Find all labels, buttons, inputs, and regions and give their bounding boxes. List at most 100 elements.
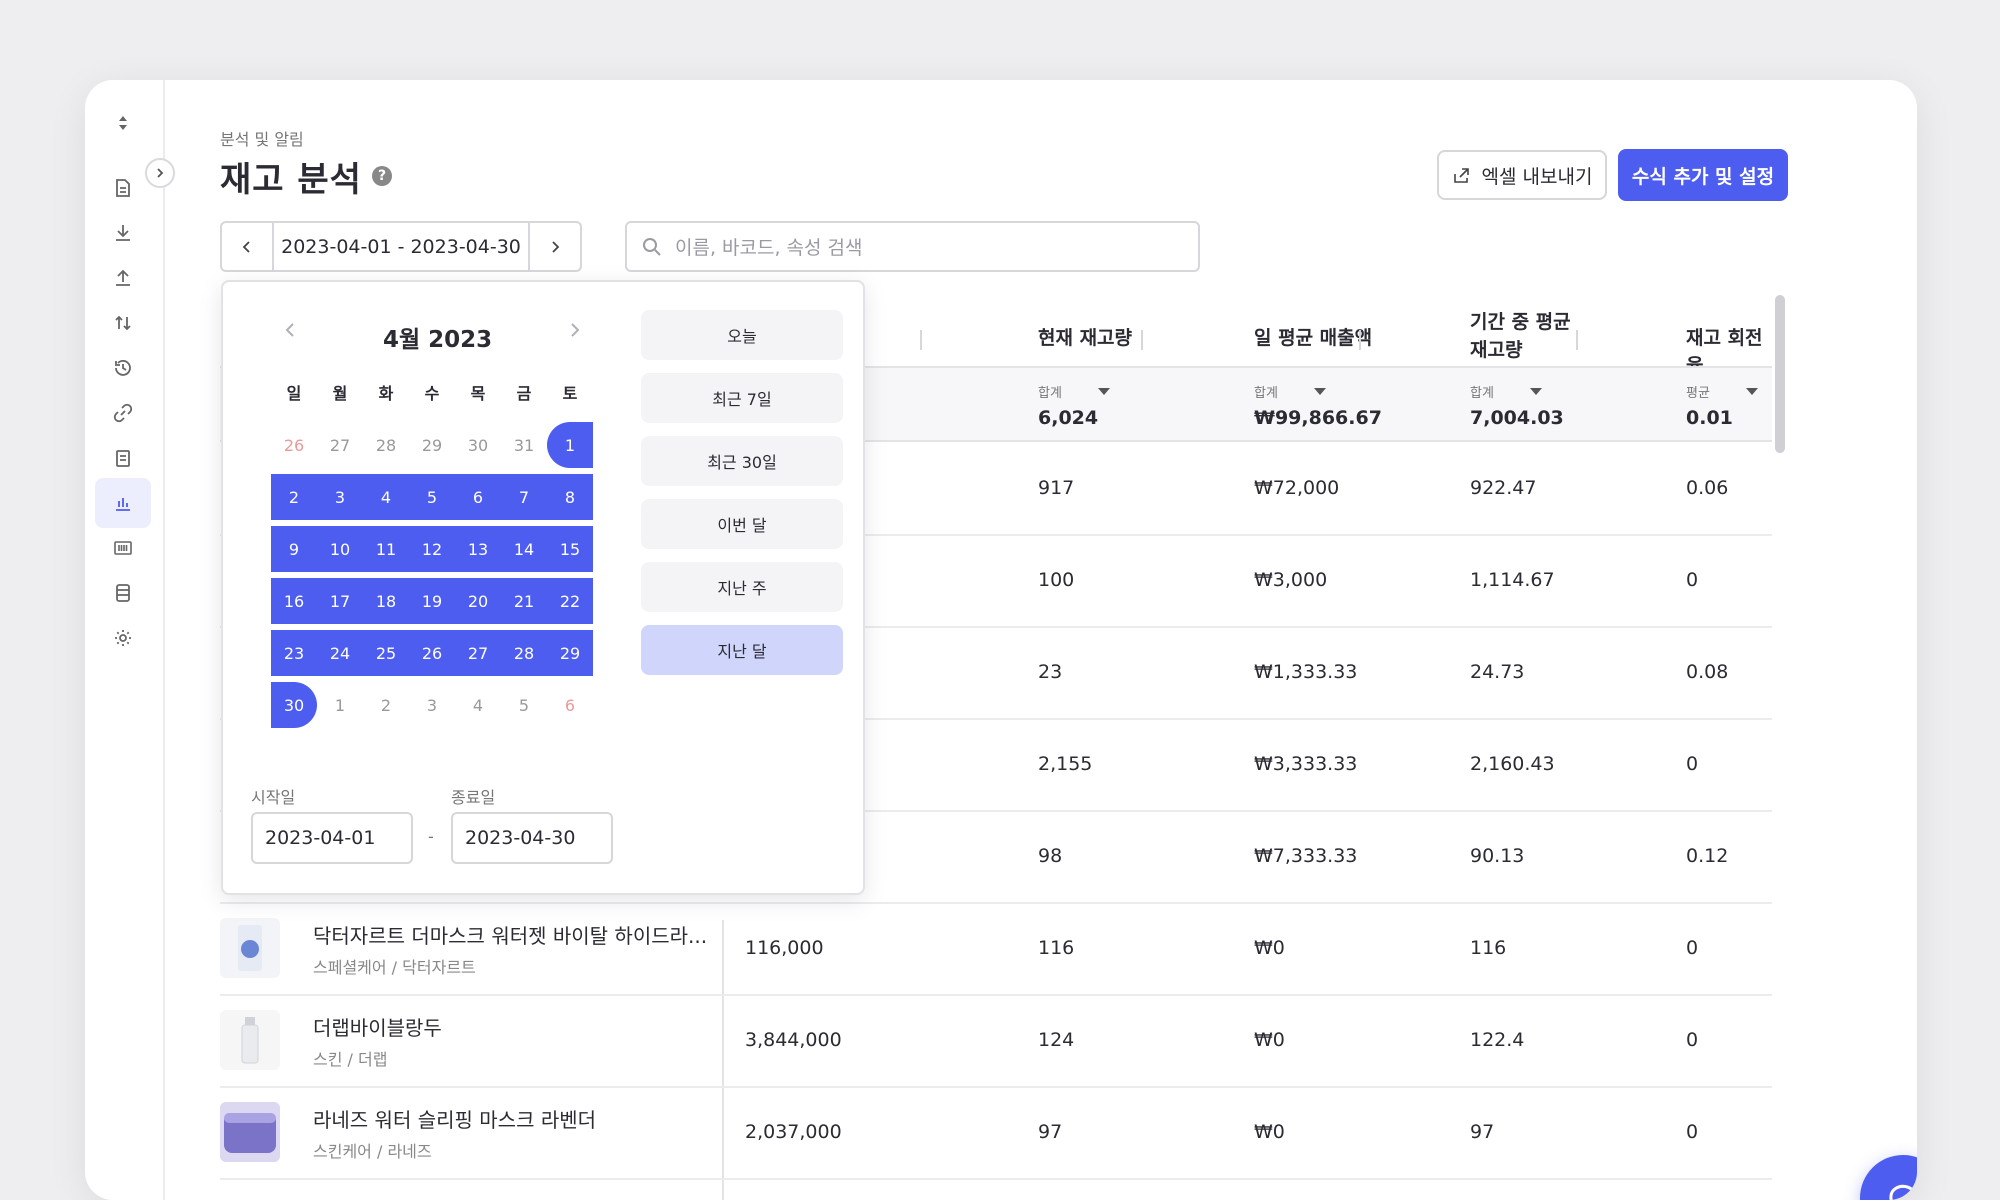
aggregate-dropdown-icon[interactable] <box>1745 388 1758 395</box>
chat-button[interactable] <box>1860 1155 1917 1200</box>
calendar-day[interactable]: 27 <box>317 422 363 468</box>
table-row[interactable]: 라네즈 워터 슬리핑 마스크 라벤더 스킨케어 / 라네즈 2,037,000 97 ₩… <box>220 1086 1772 1180</box>
cell-stock: 917 <box>1038 477 1075 499</box>
calendar-day[interactable]: 29 <box>547 630 593 676</box>
sort-icon[interactable] <box>95 98 151 148</box>
preset-option[interactable]: 최근 7일 <box>641 373 843 423</box>
date-range-display[interactable]: 2023-04-01 - 2023-04-30 <box>272 223 530 270</box>
sidebar-toggle-button[interactable] <box>145 158 175 188</box>
calendar-day[interactable]: 20 <box>455 578 501 624</box>
calendar-day[interactable]: 2 <box>271 474 317 520</box>
calendar-day[interactable]: 13 <box>455 526 501 572</box>
calendar-day[interactable]: 17 <box>317 578 363 624</box>
next-month-button[interactable] <box>568 320 582 345</box>
settings-icon[interactable] <box>95 613 151 663</box>
calendar-day[interactable]: 31 <box>501 422 547 468</box>
upload-icon[interactable] <box>95 253 151 303</box>
calendar-day[interactable]: 29 <box>409 422 455 468</box>
cell-avg-sales: ₩3,333.33 <box>1254 753 1358 775</box>
calendar-day[interactable]: 3 <box>317 474 363 520</box>
help-icon[interactable]: ? <box>372 166 392 186</box>
calendar-day[interactable]: 19 <box>409 578 455 624</box>
calendar-day[interactable]: 7 <box>501 474 547 520</box>
calendar-day[interactable]: 25 <box>363 630 409 676</box>
aggregate-dropdown-icon[interactable] <box>1529 388 1542 395</box>
calendar-day[interactable]: 21 <box>501 578 547 624</box>
add-formula-button[interactable]: 수식 추가 및 설정 <box>1618 149 1788 201</box>
calendar-day[interactable]: 11 <box>363 526 409 572</box>
calendar-day[interactable]: 6 <box>455 474 501 520</box>
calendar-day[interactable]: 10 <box>317 526 363 572</box>
preset-option[interactable]: 지난 주 <box>641 562 843 612</box>
calendar-day[interactable]: 16 <box>271 578 317 624</box>
history-icon[interactable] <box>95 343 151 393</box>
calendar-day[interactable]: 4 <box>455 682 501 728</box>
link-icon[interactable] <box>95 388 151 438</box>
end-date-input[interactable]: 2023-04-30 <box>451 812 613 864</box>
cell-avg-stock: 24.73 <box>1470 661 1525 683</box>
list-icon[interactable] <box>95 433 151 483</box>
prev-month-button[interactable] <box>283 320 297 345</box>
calendar-day[interactable]: 1 <box>547 422 593 468</box>
calendar-day[interactable]: 24 <box>317 630 363 676</box>
preset-option[interactable]: 최근 30일 <box>641 436 843 486</box>
transfer-icon[interactable] <box>95 298 151 348</box>
weekday-label: 일 <box>286 384 302 403</box>
barcode-icon[interactable] <box>95 523 151 573</box>
calendar-day[interactable]: 15 <box>547 526 593 572</box>
calendar-day[interactable]: 4 <box>363 474 409 520</box>
column-header-avg-stock[interactable]: 기간 중 평균 재고량 <box>1470 308 1571 364</box>
cell-avg-stock: 2,160.43 <box>1470 753 1555 775</box>
date-range-nav: 2023-04-01 - 2023-04-30 <box>220 221 582 272</box>
chart-icon[interactable] <box>95 478 151 528</box>
calendar-day[interactable]: 5 <box>501 682 547 728</box>
summary-value: 0.01 <box>1686 407 1733 429</box>
export-label: 엑셀 내보내기 <box>1481 165 1593 188</box>
calendar-day[interactable]: 1 <box>317 682 363 728</box>
calendar-day[interactable]: 30 <box>455 422 501 468</box>
preset-option[interactable]: 오늘 <box>641 310 843 360</box>
table-row[interactable]: 더랩바이블랑두 스킨 / 더랩 3,844,000 124 ₩0 122.4 0 <box>220 994 1772 1088</box>
calendar-day[interactable]: 28 <box>363 422 409 468</box>
aggregate-dropdown-icon[interactable] <box>1097 388 1110 395</box>
preset-option[interactable]: 지난 달 <box>641 625 843 675</box>
search-input[interactable]: 이름, 바코드, 속성 검색 <box>625 221 1200 272</box>
prev-period-button[interactable] <box>222 223 272 270</box>
next-period-button[interactable] <box>530 223 580 270</box>
calendar-day[interactable]: 18 <box>363 578 409 624</box>
calendar-day[interactable]: 27 <box>455 630 501 676</box>
document-icon[interactable] <box>95 163 151 213</box>
calendar-day[interactable]: 8 <box>547 474 593 520</box>
cell-value: 3,844,000 <box>745 1029 842 1051</box>
aggregate-dropdown-icon[interactable] <box>1313 388 1326 395</box>
calendar-day[interactable]: 14 <box>501 526 547 572</box>
column-header-avg-daily-sales[interactable]: 일 평균 매출액 <box>1254 324 1372 352</box>
app-window: 분석 및 알림 재고 분석 ? 엑셀 내보내기 수식 추가 및 설정 2023-… <box>85 80 1917 1200</box>
preset-option[interactable]: 이번 달 <box>641 499 843 549</box>
start-date-input[interactable]: 2023-04-01 <box>251 812 413 864</box>
calendar-day[interactable]: 23 <box>271 630 317 676</box>
calendar-day[interactable]: 26 <box>271 422 317 468</box>
calendar-day[interactable]: 2 <box>363 682 409 728</box>
calendar-day[interactable]: 9 <box>271 526 317 572</box>
calendar-day[interactable]: 12 <box>409 526 455 572</box>
database-icon[interactable] <box>95 568 151 618</box>
calendar-day[interactable]: 5 <box>409 474 455 520</box>
calendar-day[interactable]: 28 <box>501 630 547 676</box>
download-icon[interactable] <box>95 208 151 258</box>
calendar-day[interactable]: 6 <box>547 682 593 728</box>
table-row[interactable]: 닥터자르트 더마스크 워터젯 바이탈 하이드라... 스페셜케어 / 닥터자르트 1… <box>220 902 1772 996</box>
breadcrumb[interactable]: 분석 및 알림 <box>220 126 304 150</box>
cell-turnover: 0 <box>1686 937 1699 959</box>
calendar-day[interactable]: 3 <box>409 682 455 728</box>
weekday-label: 수 <box>424 384 440 403</box>
product-name: 더랩바이블랑두 <box>313 1016 442 1040</box>
aggregate-label: 평균 <box>1686 386 1710 401</box>
calendar-day[interactable]: 22 <box>547 578 593 624</box>
table-scrollbar[interactable] <box>1775 295 1785 453</box>
export-excel-button[interactable]: 엑셀 내보내기 <box>1437 150 1607 200</box>
column-divider <box>1576 330 1578 350</box>
calendar-day[interactable]: 26 <box>409 630 455 676</box>
calendar-day[interactable]: 30 <box>271 682 317 728</box>
column-header-current-stock[interactable]: 현재 재고량 <box>1038 324 1132 352</box>
